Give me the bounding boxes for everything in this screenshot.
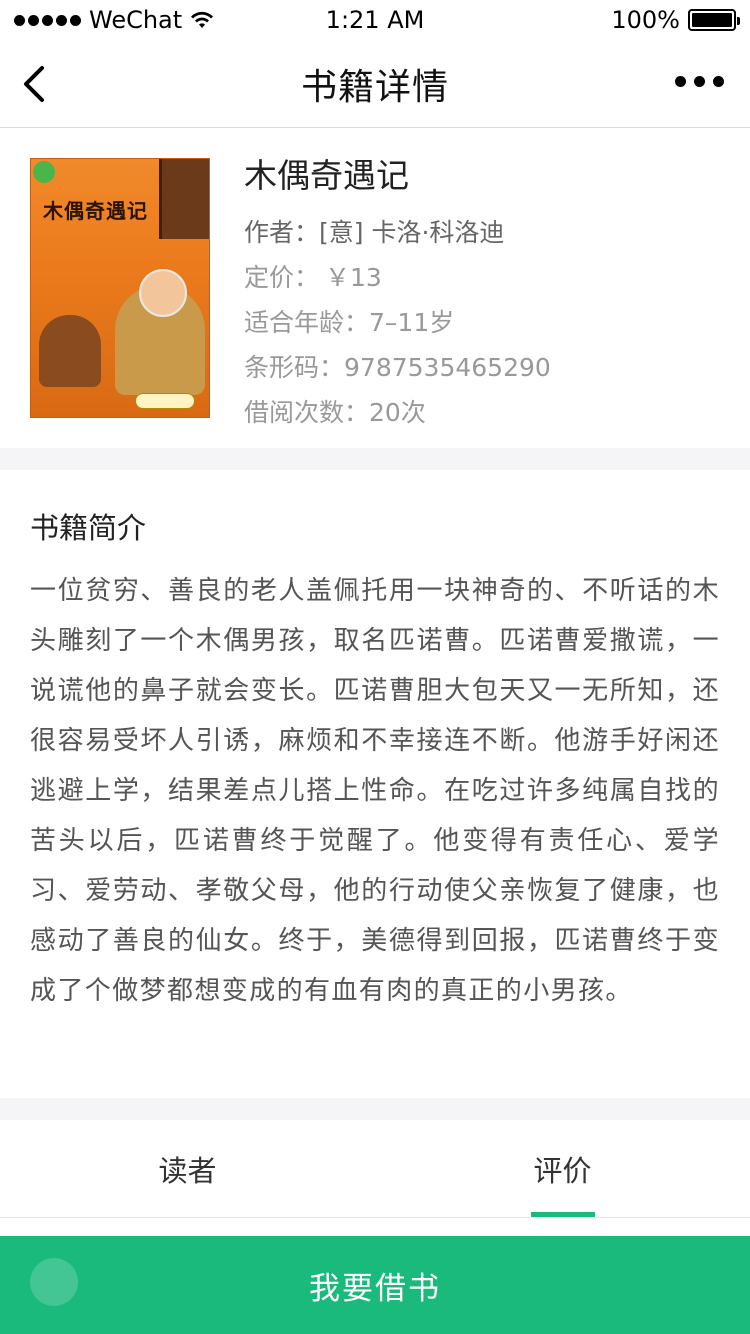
tab-bar: 读者 评价 bbox=[0, 1120, 750, 1218]
barcode-row: 条形码：9787535465290 bbox=[244, 345, 551, 390]
borrow-button[interactable]: 我要借书 bbox=[0, 1236, 750, 1334]
wifi-icon bbox=[191, 11, 214, 28]
battery-icon bbox=[688, 9, 740, 31]
section-divider bbox=[0, 448, 750, 470]
intro-title: 书籍简介 bbox=[30, 511, 147, 545]
intro-text: 一位贫穷、善良的老人盖佩托用一块神奇的、不听话的木头雕刻了一个木偶男孩，取名匹诺… bbox=[30, 576, 720, 1006]
section-divider bbox=[0, 1098, 750, 1120]
age-row: 适合年龄：7–11岁 bbox=[244, 300, 551, 345]
book-cover-image[interactable]: 木偶奇遇记 bbox=[30, 158, 210, 418]
cover-window-art bbox=[159, 159, 209, 239]
battery-percent: 100% bbox=[611, 6, 680, 34]
avatar-icon bbox=[30, 1258, 78, 1306]
more-button[interactable] bbox=[675, 76, 724, 87]
cover-label-art bbox=[135, 393, 195, 409]
borrow-count-row: 借阅次数：20次 bbox=[244, 390, 551, 435]
borrow-count-value: 20次 bbox=[369, 398, 426, 427]
borrow-count-label: 借阅次数： bbox=[244, 398, 370, 427]
more-dot-icon bbox=[675, 76, 686, 87]
age-value: 7–11岁 bbox=[369, 308, 455, 337]
publisher-logo-icon bbox=[33, 161, 55, 183]
book-info-section: 木偶奇遇记 木偶奇遇记 作者：[意] 卡洛·科洛迪 定价： ￥13 适合年龄：7–… bbox=[0, 128, 750, 448]
status-left: WeChat bbox=[14, 6, 214, 34]
tab-reviews[interactable]: 评价 bbox=[375, 1120, 750, 1217]
back-button[interactable] bbox=[18, 62, 58, 106]
cover-title: 木偶奇遇记 bbox=[43, 199, 148, 223]
price-value: ￥13 bbox=[325, 263, 382, 292]
author-label: 作者： bbox=[244, 218, 320, 247]
nav-bar: 书籍详情 bbox=[0, 40, 750, 128]
price-label: 定价： bbox=[244, 263, 320, 292]
more-dot-icon bbox=[694, 76, 705, 87]
page-title: 书籍详情 bbox=[300, 66, 449, 108]
book-info-column: 木偶奇遇记 作者：[意] 卡洛·科洛迪 定价： ￥13 适合年龄：7–11岁 条形… bbox=[244, 154, 551, 435]
price-row: 定价： ￥13 bbox=[244, 255, 551, 300]
status-right: 100% bbox=[611, 6, 740, 34]
intro-section: 书籍简介 一位贫穷、善良的老人盖佩托用一块神奇的、不听话的木头雕刻了一个木偶男孩… bbox=[0, 470, 750, 1098]
barcode-label: 条形码： bbox=[244, 353, 345, 382]
carrier-label: WeChat bbox=[89, 6, 183, 34]
tab-readers[interactable]: 读者 bbox=[0, 1120, 375, 1217]
barcode-value: 9787535465290 bbox=[344, 353, 551, 382]
more-dot-icon bbox=[713, 76, 724, 87]
book-title: 木偶奇遇记 bbox=[244, 156, 409, 195]
author-row: 作者：[意] 卡洛·科洛迪 bbox=[244, 210, 551, 255]
borrow-button-label: 我要借书 bbox=[309, 1270, 441, 1307]
cover-face-art bbox=[139, 269, 187, 317]
status-bar: WeChat 1:21 AM 100% bbox=[0, 0, 750, 40]
cover-puppet-art bbox=[39, 315, 101, 387]
age-label: 适合年龄： bbox=[244, 308, 370, 337]
chevron-left-icon bbox=[24, 66, 44, 102]
signal-icon bbox=[14, 14, 81, 26]
author-value: [意] 卡洛·科洛迪 bbox=[319, 218, 505, 247]
